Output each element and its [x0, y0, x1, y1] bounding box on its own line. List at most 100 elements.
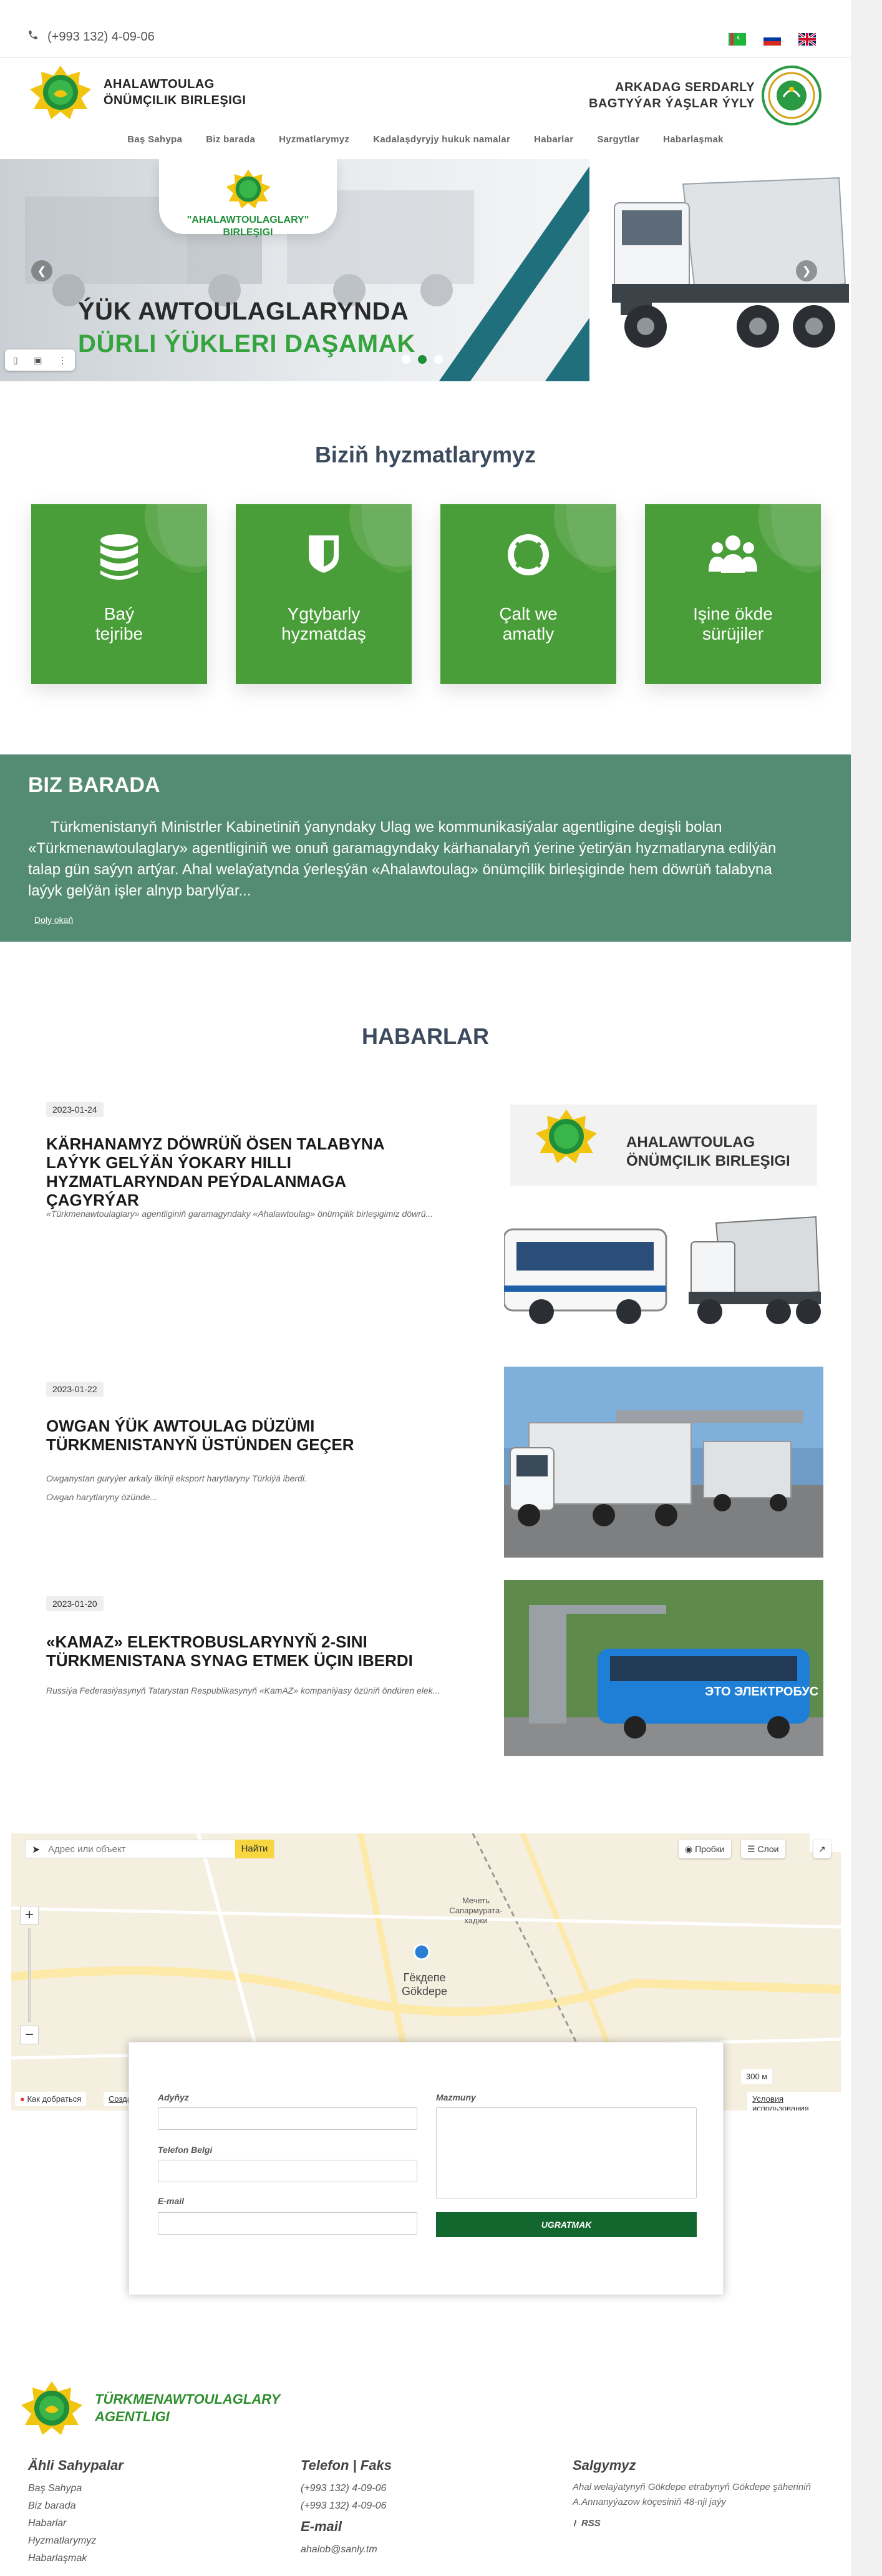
site-logo[interactable]: AHALAWTOULAG ÖNÜMÇILIK BIRLEŞIGI	[26, 64, 246, 120]
camera-icon[interactable]: ▣	[34, 355, 42, 366]
uk-flag-icon[interactable]	[798, 33, 816, 46]
lifebuoy-icon	[440, 534, 616, 578]
news-headline[interactable]: KÄRHANAMYZ DÖWRÜŇ ÖSEN TALABYNA LAÝYK GE…	[46, 1134, 433, 1209]
footer-link-home[interactable]: Baş Sahypa	[28, 2480, 124, 2497]
users-icon	[645, 534, 821, 578]
news-item[interactable]: 2023-01-20 «KAMAZ» ELEKTROBUSLARYNYŇ 2-S…	[0, 1580, 851, 1777]
news-headline[interactable]: «KAMAZ» ELEKTROBUSLARYNYŇ 2-SINI TÜRKMEN…	[46, 1632, 433, 1670]
service-card[interactable]: Baý tejribe	[31, 504, 207, 684]
footer-email[interactable]: ahalob@sanly.tm	[301, 2541, 392, 2559]
nav-home[interactable]: Baş Sahypa	[127, 134, 182, 153]
route-label: Как добраться	[27, 2094, 82, 2104]
read-more-link[interactable]: Doly okaň	[34, 915, 73, 925]
page: (+993 132) 4-09-06 AHALAWTOULAG ÖNÜMÇILI…	[0, 0, 851, 2576]
bookmark-icon[interactable]: ▯	[13, 355, 18, 366]
service-card[interactable]: Işine ökde sürüjiler	[645, 504, 821, 684]
email-field[interactable]	[158, 2212, 417, 2235]
slider-dot[interactable]	[402, 355, 410, 364]
map-search-input[interactable]	[26, 1840, 235, 1858]
logo-text: AHALAWTOULAG ÖNÜMÇILIK BIRLEŞIGI	[104, 76, 246, 109]
news-image[interactable]: AHALAWTOULAG ÖNÜMÇILIK BIRLEŞIGI	[504, 1105, 823, 1335]
service-label-line2: tejribe	[95, 624, 143, 643]
service-card[interactable]: Çalt we amatly	[440, 504, 616, 684]
footer-link-services[interactable]: Hyzmatlarymyz	[28, 2532, 124, 2550]
news-image[interactable]	[504, 1367, 823, 1558]
location-arrow-icon[interactable]: ➤	[32, 1843, 40, 1856]
news-image-caption-line2: ÖNÜMÇILIK BIRLEŞIGI	[626, 1153, 790, 1169]
news-item[interactable]: 2023-01-24 KÄRHANAMYZ DÖWRÜŇ ÖSEN TALABY…	[0, 1098, 851, 1335]
service-label: Çalt we amatly	[440, 604, 616, 644]
hero-badge: "AHALAWTOULAGLARY" BIRLEŞIGI	[159, 159, 337, 238]
footer-logo[interactable]: TÜRKMENAWTOULAGLARY AGENTLIGI	[17, 2380, 280, 2436]
rss-link[interactable]: ≀ RSS	[573, 2515, 822, 2532]
nav-about[interactable]: Biz barada	[206, 134, 255, 153]
slider-dot-active[interactable]	[418, 355, 427, 364]
nav-orders[interactable]: Sargytlar	[597, 134, 639, 153]
footer-link-about[interactable]: Biz barada	[28, 2497, 124, 2515]
service-label-line1: Baý	[104, 604, 135, 623]
slider-next-button[interactable]: ❯	[796, 260, 817, 281]
nav-services[interactable]: Hyzmatlarymyz	[279, 134, 349, 153]
name-field[interactable]	[158, 2107, 417, 2130]
name-label: Adyňyz	[158, 2092, 189, 2102]
footer-contact-column: Telefon | Faks (+993 132) 4-09-06 (+993 …	[301, 2457, 392, 2559]
slider-dot[interactable]	[434, 355, 443, 364]
nav-news[interactable]: Habarlar	[534, 134, 573, 153]
terms-link[interactable]: Условия использования	[747, 2092, 841, 2110]
footer-link-contact[interactable]: Habarlaşmak	[28, 2550, 124, 2567]
news-headline[interactable]: OWGAN ÝÜK AWTOULAG DÜZÜMI TÜRKMENISTANYŇ…	[46, 1417, 433, 1454]
footer-link-news[interactable]: Habarlar	[28, 2515, 124, 2532]
year-motto-line2: BAGTYÝAR ÝAŞLAR ÝYLY	[589, 97, 755, 110]
nav-legal-acts[interactable]: Kadalaşdyryjy hukuk namalar	[373, 134, 510, 153]
news-image-caption: AHALAWTOULAG ÖNÜMÇILIK BIRLEŞIGI	[626, 1133, 790, 1171]
page-gutter	[851, 0, 882, 2576]
layers-button[interactable]: ☰ Слои	[741, 1840, 785, 1858]
service-card[interactable]: Ygtybarly hyzmatdaş	[236, 504, 412, 684]
year-motto: ARKADAG SERDARLY BAGTYÝAR ÝAŞLAR ÝYLY	[589, 79, 755, 112]
map-city-label: Гёкдепе Gökdepe	[402, 1971, 447, 1998]
expand-icon: ↗	[818, 1844, 826, 1854]
footer-phone: (+993 132) 4-09-06	[301, 2483, 387, 2494]
main-nav: Baş Sahypa Biz barada Hyzmatlarymyz Kada…	[0, 134, 851, 153]
news-image[interactable]: ЭТО ЭЛЕКТРОБУС	[504, 1580, 823, 1756]
submit-button[interactable]: UGRATMAK	[436, 2212, 697, 2237]
email-label: E-mail	[158, 2196, 185, 2206]
footer-address-title: Salgymyz	[573, 2457, 636, 2473]
hero-badge-line1: "AHALAWTOULAGLARY"	[187, 215, 309, 225]
agency-emblem-icon	[21, 2381, 82, 2435]
more-icon[interactable]: ⋮	[58, 355, 67, 366]
about-text: Türkmenistanyň Ministrler Kabinetiniň ýa…	[28, 819, 777, 899]
route-link[interactable]: ● Как добраться	[15, 2092, 87, 2106]
zoom-in-button[interactable]: +	[20, 1906, 39, 1925]
news-date: 2023-01-20	[46, 1596, 104, 1611]
rss-icon: ≀	[573, 2518, 576, 2529]
message-field[interactable]	[436, 2107, 697, 2198]
news-item[interactable]: 2023-01-22 OWGAN ÝÜK AWTOULAG DÜZÜMI TÜR…	[0, 1367, 851, 1571]
phone-field[interactable]	[158, 2160, 417, 2182]
news-image-caption-line1: AHALAWTOULAG	[626, 1134, 755, 1151]
news-excerpt: «Türkmenawtoulaglary» agentliginiň garam…	[46, 1209, 434, 1219]
layers-label: Слои	[757, 1844, 779, 1854]
contact-form: Adyňyz Telefon Belgi E-mail Mazmuny UGRA…	[128, 2042, 724, 2295]
tm-flag-icon[interactable]	[729, 33, 746, 46]
service-label: Işine ökde sürüjiler	[645, 604, 821, 644]
slider-prev-button[interactable]: ❮	[31, 260, 52, 281]
hero-badge-text: "AHALAWTOULAGLARY" BIRLEŞIGI	[159, 214, 337, 239]
map-find-button[interactable]: Найти	[235, 1840, 274, 1858]
logo-line1: AHALAWTOULAG	[104, 77, 215, 91]
nav-contact[interactable]: Habarlaşmak	[663, 134, 724, 153]
phone-label: Telefon Belgi	[158, 2145, 213, 2155]
map-city-ru: Гёкдепе	[403, 1971, 446, 1984]
hero-slider[interactable]: "AHALAWTOULAGLARY" BIRLEŞIGI ÝÜK AWTOULA…	[0, 159, 851, 381]
map-city-tm: Gökdepe	[402, 1985, 448, 1998]
ru-flag-icon[interactable]	[763, 33, 781, 46]
service-label-line2: hyzmatdaş	[281, 624, 366, 643]
zoom-out-button[interactable]: −	[20, 2026, 39, 2044]
year-seal-icon	[762, 66, 821, 125]
footer-fax: (+993 132) 4-09-06	[301, 2500, 387, 2511]
fullscreen-button[interactable]: ↗	[813, 1840, 831, 1858]
zoom-slider[interactable]	[28, 1928, 31, 2022]
service-label-line2: amatly	[502, 624, 555, 643]
shield-icon	[236, 534, 412, 577]
traffic-button[interactable]: ◉ Пробки	[679, 1840, 731, 1858]
